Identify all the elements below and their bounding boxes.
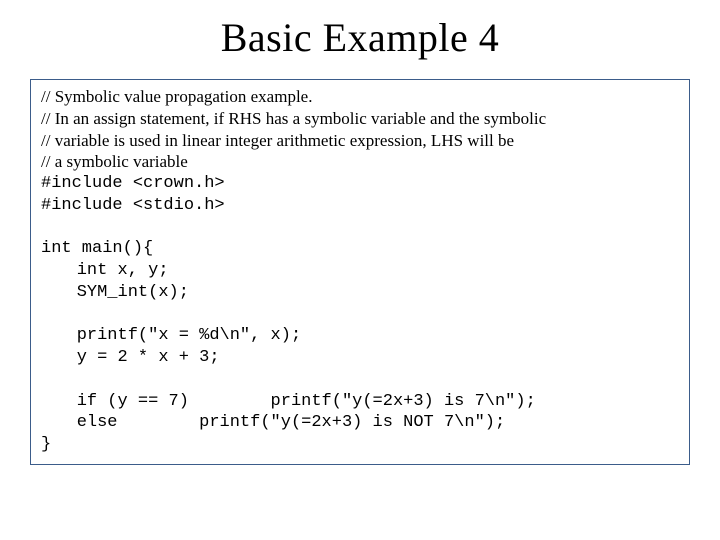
printf-x: printf("x = %d\n", x); [41,325,679,347]
sym-init: SYM_int(x); [41,282,679,304]
if-line: if (y == 7) printf("y(=2x+3) is 7\n"); [41,391,679,413]
else-line: else printf("y(=2x+3) is NOT 7\n"); [41,412,679,434]
slide-title: Basic Example 4 [30,14,690,61]
code-box: // Symbolic value propagation example. /… [30,79,690,465]
blank-line [41,217,679,239]
comment-line-1: // Symbolic value propagation example. [41,86,679,108]
comment-line-3: // variable is used in linear integer ar… [41,130,679,152]
blank-line [41,369,679,391]
main-signature: int main(){ [41,238,679,260]
close-brace: } [41,434,679,456]
slide: Basic Example 4 // Symbolic value propag… [0,0,720,540]
blank-line [41,304,679,326]
comment-line-4: // a symbolic variable [41,151,679,173]
var-decl: int x, y; [41,260,679,282]
comment-line-2: // In an assign statement, if RHS has a … [41,108,679,130]
include-line-1: #include <crown.h> [41,173,679,195]
assign-y: y = 2 * x + 3; [41,347,679,369]
include-line-2: #include <stdio.h> [41,195,679,217]
